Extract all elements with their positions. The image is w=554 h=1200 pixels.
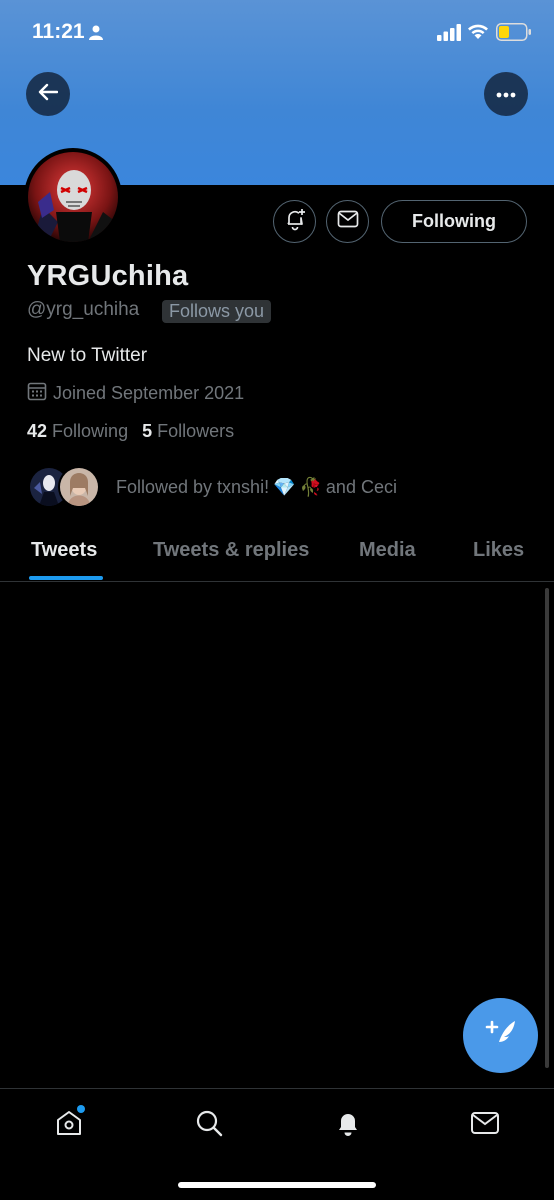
follow-stats: 42 Following 5 Followers	[27, 421, 234, 442]
bell-plus-icon	[283, 207, 307, 236]
notification-toggle-button[interactable]	[273, 200, 316, 243]
joined-label: Joined September 2021	[53, 383, 245, 403]
tab-tweets-and-replies[interactable]: Tweets & replies	[153, 539, 309, 562]
more-options-button[interactable]	[484, 72, 528, 116]
nav-notifications[interactable]	[326, 1103, 370, 1147]
tab-tweets[interactable]: Tweets	[31, 539, 97, 562]
ellipsis-icon	[496, 85, 516, 103]
nav-messages[interactable]	[463, 1103, 507, 1147]
followed-by-prefix: Followed by txnshi!	[116, 476, 270, 497]
home-notification-dot	[77, 1105, 85, 1113]
rose-emoji: 🥀	[299, 476, 322, 497]
followers-stat[interactable]: 5 Followers	[142, 421, 234, 442]
bell-icon	[333, 1108, 363, 1143]
followed-by-suffix: and Ceci	[325, 476, 397, 497]
profile-avatar[interactable]	[24, 148, 122, 246]
arrow-left-icon	[38, 83, 59, 106]
signal-icon	[437, 24, 462, 46]
battery-icon	[496, 23, 532, 46]
following-button[interactable]: Following	[381, 200, 527, 243]
follows-you-badge: Follows you	[162, 300, 272, 323]
gem-emoji: 💎	[273, 476, 296, 497]
followed-by-row[interactable]: Followed by txnshi! 💎 🥀 and Ceci	[28, 466, 397, 508]
message-button[interactable]	[326, 200, 369, 243]
joined-date: Joined September 2021	[27, 381, 244, 406]
scrollbar[interactable]	[545, 588, 549, 1068]
compose-tweet-icon	[484, 1018, 518, 1053]
back-button[interactable]	[26, 72, 70, 116]
nav-home[interactable]	[47, 1103, 91, 1147]
bio-text: New to Twitter	[27, 345, 148, 366]
calendar-icon	[27, 381, 47, 406]
profile-tabs: Tweets Tweets & replies Media Likes	[0, 528, 554, 582]
followers-count: 5	[142, 421, 153, 441]
mail-icon	[470, 1110, 500, 1141]
followers-label: Followers	[157, 421, 235, 441]
status-time: 11:21	[32, 20, 85, 43]
envelope-icon	[337, 210, 359, 233]
compose-tweet-button[interactable]	[463, 998, 538, 1073]
tab-media[interactable]: Media	[359, 539, 416, 562]
wifi-icon	[467, 23, 489, 45]
status-bar: 11:21	[0, 0, 554, 64]
followed-by-text: Followed by txnshi! 💎 🥀 and Ceci	[116, 477, 397, 498]
person-icon	[89, 25, 103, 45]
display-name: YRGUchiha	[27, 260, 189, 292]
tab-likes[interactable]: Likes	[473, 539, 524, 562]
following-label: Following	[52, 421, 129, 441]
home-indicator[interactable]	[178, 1182, 376, 1188]
follower-avatar	[58, 466, 100, 508]
search-icon	[194, 1108, 224, 1143]
user-handle: @yrg_uchiha	[27, 299, 140, 320]
active-tab-indicator	[29, 576, 103, 580]
nav-search[interactable]	[187, 1103, 231, 1147]
following-stat[interactable]: 42 Following	[27, 421, 128, 442]
following-count: 42	[27, 421, 48, 441]
